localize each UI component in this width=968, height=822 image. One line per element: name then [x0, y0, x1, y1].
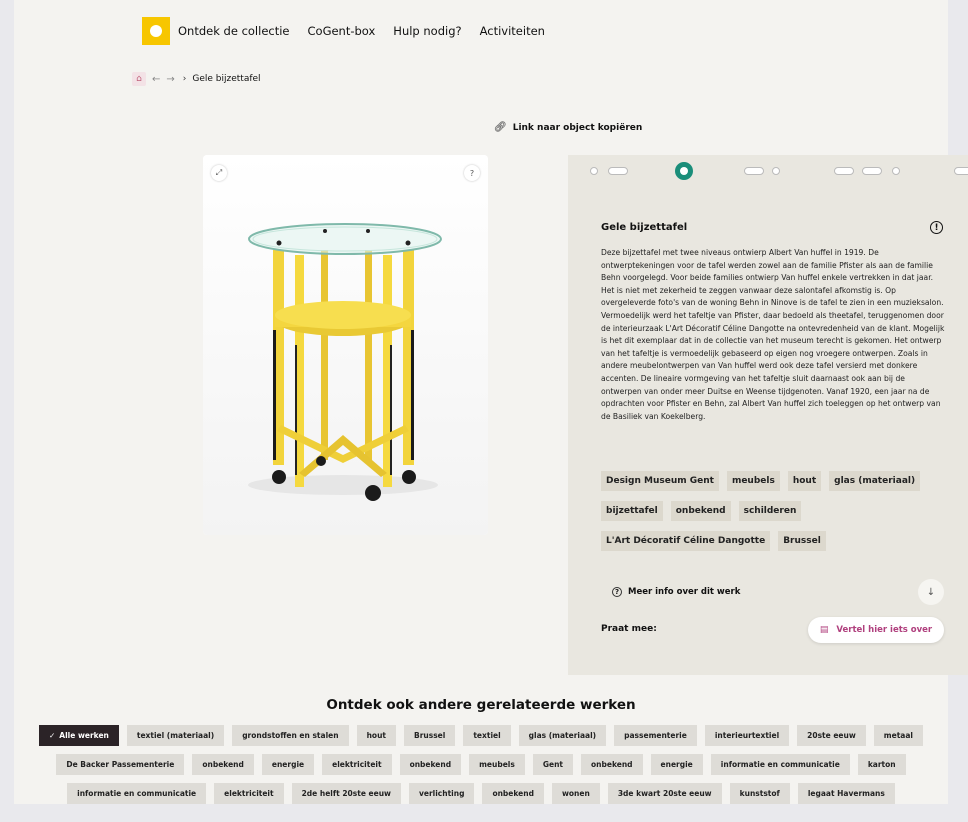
filter-chip[interactable]: passementerie — [614, 725, 697, 746]
timeline-pill[interactable] — [608, 167, 628, 175]
filter-chip[interactable]: elektriciteit — [214, 783, 284, 804]
chip-label: Alle werken — [59, 731, 109, 740]
link-icon: 🔗︎ — [494, 122, 507, 133]
page: Ontdek de collectie CoGent-box Hulp nodi… — [14, 0, 968, 804]
filter-chip[interactable]: legaat Havermans — [797, 783, 895, 804]
filter-chip[interactable]: Brussel — [404, 725, 456, 746]
filter-chip[interactable]: elektriciteit — [322, 754, 392, 775]
filter-chip[interactable]: De Backer Passementerie — [56, 754, 185, 775]
vertel-button[interactable]: ▤ Vertel hier iets over — [808, 617, 944, 643]
filter-chip[interactable]: 2de helft 20ste eeuw — [291, 783, 401, 804]
filter-chip[interactable]: onbekend — [581, 754, 643, 775]
timeline-pill[interactable] — [834, 167, 854, 175]
filter-chip[interactable]: informatie en communicatie — [67, 783, 207, 804]
timeline-pill[interactable] — [744, 167, 764, 175]
filter-row: ✓ Alle werken textiel (materiaal) grondst… — [14, 725, 948, 746]
copy-link-button[interactable]: 🔗︎ Link naar object kopiëren — [494, 122, 642, 133]
tag-row: L'Art Décoratif Céline Dangotte Brussel — [601, 531, 951, 551]
filter-chip[interactable]: hout — [356, 725, 396, 746]
filter-chip[interactable]: onbekend — [399, 754, 462, 775]
filter-chip[interactable]: glas (materiaal) — [518, 725, 607, 746]
timeline-dot[interactable] — [892, 167, 900, 175]
copy-link-label: Link naar object kopiëren — [512, 122, 643, 133]
tag[interactable]: Design Museum Gent — [601, 471, 719, 491]
filter-chip[interactable]: interieurtextiel — [704, 725, 790, 746]
check-icon: ✓ — [49, 731, 56, 740]
nav-hulp[interactable]: Hulp nodig? — [393, 24, 461, 38]
breadcrumb-current: Gele bijzettafel — [192, 74, 261, 84]
tag-row: bijzettafel onbekend schilderen — [601, 501, 951, 521]
help-icon[interactable]: ? — [464, 165, 480, 181]
object-image: ⤢ ? — [203, 155, 488, 535]
filter-chip[interactable]: energie — [261, 754, 315, 775]
tag[interactable]: hout — [787, 471, 822, 491]
table-illustration — [203, 155, 488, 535]
filter-chip[interactable]: energie — [650, 754, 703, 775]
info-icon[interactable]: ! — [930, 221, 943, 234]
nav-ontdek[interactable]: Ontdek de collectie — [178, 24, 290, 38]
object-title: Gele bijzettafel — [601, 222, 688, 233]
back-arrow-icon[interactable]: ← — [152, 74, 160, 85]
timeline-dot[interactable] — [772, 167, 780, 175]
filter-chip[interactable]: metaal — [873, 725, 923, 746]
filter-row: informatie en communicatie elektriciteit… — [14, 783, 948, 804]
tag[interactable]: glas (materiaal) — [829, 471, 921, 491]
logo-dot — [150, 25, 162, 37]
chevron-right-icon: › — [182, 74, 187, 84]
filter-chip[interactable]: 20ste eeuw — [797, 725, 866, 746]
expand-icon[interactable]: ⤢ — [211, 165, 227, 181]
filter-chip[interactable]: informatie en communicatie — [710, 754, 850, 775]
filter-chip-active[interactable]: ✓ Alle werken — [39, 725, 119, 746]
filter-chip[interactable]: onbekend — [192, 754, 254, 775]
breadcrumb: ⌂ ← → › Gele bijzettafel — [132, 72, 261, 86]
timeline-active-dot[interactable] — [675, 162, 693, 180]
metadata-timeline — [568, 155, 968, 191]
tag[interactable]: onbekend — [670, 501, 731, 521]
logo[interactable] — [142, 17, 170, 45]
tag[interactable]: schilderen — [738, 501, 802, 521]
filter-chip[interactable]: grondstoffen en stalen — [232, 725, 349, 746]
filter-chip[interactable]: karton — [857, 754, 906, 775]
filter-chip[interactable]: meubels — [469, 754, 525, 775]
filter-chip[interactable]: textiel — [463, 725, 511, 746]
tag[interactable]: bijzettafel — [601, 501, 663, 521]
more-info-link[interactable]: ? Meer info over dit werk — [612, 587, 740, 597]
filter-chip[interactable]: verlichting — [408, 783, 475, 804]
tag[interactable]: meubels — [726, 471, 780, 491]
tag-list: Design Museum Gent meubels hout glas (ma… — [601, 471, 951, 561]
tag[interactable]: L'Art Décoratif Céline Dangotte — [601, 531, 771, 551]
nav-activiteiten[interactable]: Activiteiten — [480, 24, 545, 38]
main-nav: Ontdek de collectie CoGent-box Hulp nodi… — [142, 17, 563, 45]
filter-chip[interactable]: 3de kwart 20ste eeuw — [607, 783, 722, 804]
vertel-label: Vertel hier iets over — [836, 625, 933, 635]
more-info-label: Meer info over dit werk — [628, 587, 741, 597]
timeline-pill[interactable] — [862, 167, 882, 175]
filter-chip[interactable]: textiel (materiaal) — [126, 725, 225, 746]
praat-mee-label: Praat mee: — [601, 624, 657, 634]
forward-arrow-icon[interactable]: → — [166, 74, 174, 85]
nav-cogent-box[interactable]: CoGent-box — [308, 24, 376, 38]
filter-chip[interactable]: wonen — [551, 783, 600, 804]
timeline-pill[interactable] — [954, 167, 968, 175]
object-info-panel: Gele bijzettafel ! Deze bijzettafel met … — [568, 155, 968, 675]
arrow-down-icon[interactable]: ↓ — [918, 579, 944, 605]
home-icon[interactable]: ⌂ — [132, 72, 146, 86]
object-description: Deze bijzettafel met twee niveaus ontwie… — [601, 248, 945, 421]
filter-chip[interactable]: kunststof — [729, 783, 790, 804]
filter-chip[interactable]: Gent — [532, 754, 573, 775]
tag[interactable]: Brussel — [778, 531, 826, 551]
filter-chip[interactable]: onbekend — [482, 783, 544, 804]
question-icon: ? — [612, 587, 622, 597]
timeline-dot[interactable] — [590, 167, 598, 175]
tag-row: Design Museum Gent meubels hout glas (ma… — [601, 471, 951, 491]
comment-icon: ▤ — [819, 625, 829, 635]
filter-row: De Backer Passementerie onbekend energie… — [14, 754, 948, 775]
related-title: Ontdek ook andere gerelateerde werken — [326, 697, 636, 713]
